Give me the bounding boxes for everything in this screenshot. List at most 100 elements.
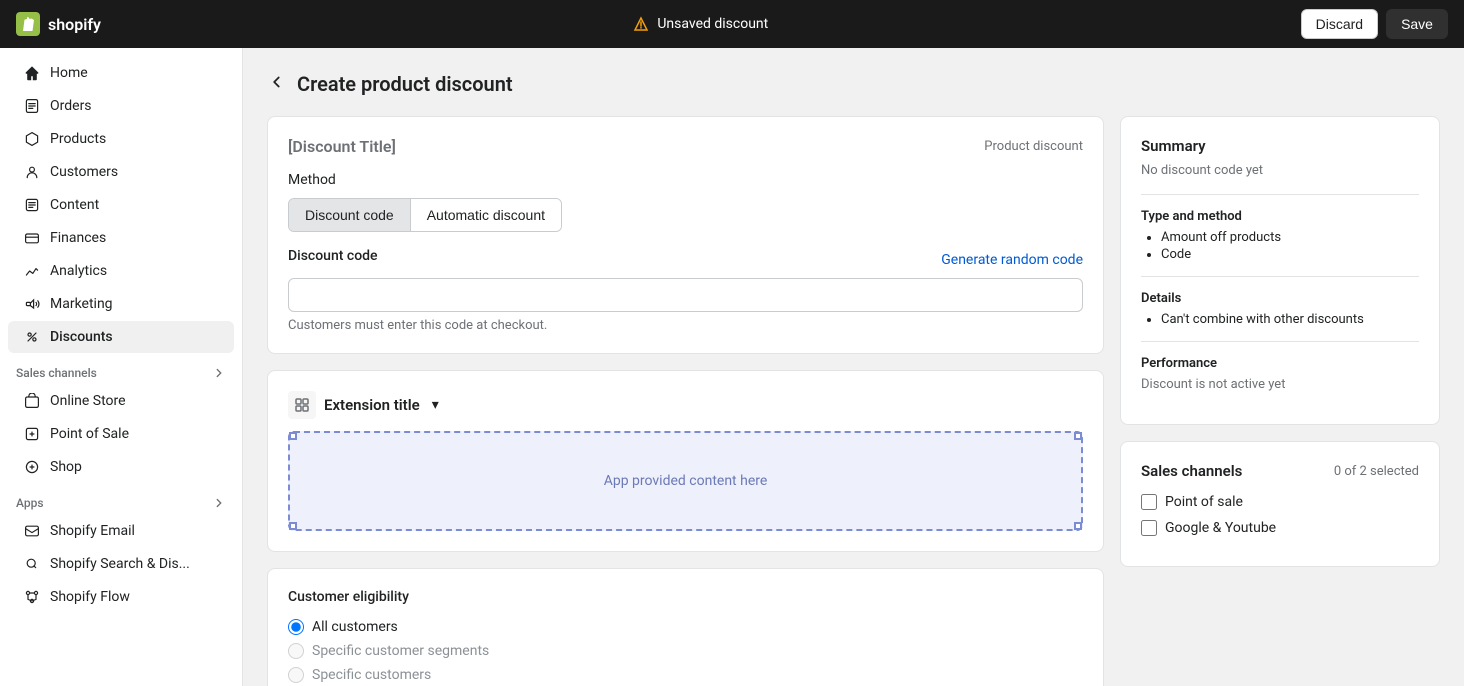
channel-google[interactable]: Google & Youtube: [1141, 520, 1419, 536]
radio-all-input[interactable]: [288, 619, 304, 635]
products-icon: [24, 131, 40, 147]
sidebar-label-shopify-flow: Shopify Flow: [50, 589, 130, 605]
orders-icon: [24, 98, 40, 114]
sidebar-item-shopify-email[interactable]: Shopify Email: [8, 515, 234, 547]
logo-text: shopify: [48, 15, 101, 34]
radio-specific-segments[interactable]: Specific customer segments: [288, 643, 1083, 659]
back-button[interactable]: [267, 73, 285, 95]
sidebar-label-point-of-sale: Point of Sale: [50, 426, 129, 442]
page-header: Create product discount: [267, 72, 1440, 96]
sidebar-label-orders: Orders: [50, 98, 92, 114]
save-button[interactable]: Save: [1386, 9, 1448, 39]
extension-header: Extension title ▾: [288, 391, 1083, 419]
shop-icon: [24, 459, 40, 475]
search-app-icon: [24, 556, 40, 572]
content-icon: [24, 197, 40, 213]
sidebar-label-customers: Customers: [50, 164, 118, 180]
sidebar-item-analytics[interactable]: Analytics: [8, 255, 234, 287]
summary-performance: Performance Discount is not active yet: [1141, 356, 1419, 392]
email-icon: [24, 523, 40, 539]
summary-divider-2: [1141, 276, 1419, 277]
tab-automatic-discount[interactable]: Automatic discount: [410, 199, 561, 231]
sidebar-item-point-of-sale[interactable]: Point of Sale: [8, 418, 234, 450]
customer-eligibility-radio-group: All customers Specific customer segments…: [288, 619, 1083, 683]
summary-type-method: Type and method Amount off products Code: [1141, 209, 1419, 262]
radio-specific-customers[interactable]: Specific customers: [288, 667, 1083, 683]
customer-eligibility-card: Customer eligibility All customers Speci…: [267, 568, 1104, 686]
sidebar-item-shop[interactable]: Shop: [8, 451, 234, 483]
discount-code-section: Discount code Generate random code Custo…: [288, 248, 1083, 333]
tab-discount-code[interactable]: Discount code: [289, 199, 410, 231]
sidebar-label-shopify-search: Shopify Search & Dis...: [50, 556, 190, 572]
extension-icon: [288, 391, 316, 419]
sidebar-label-content: Content: [50, 197, 99, 213]
radio-all-customers[interactable]: All customers: [288, 619, 1083, 635]
channel-pos-checkbox[interactable]: [1141, 494, 1157, 510]
summary-item-amount: Amount off products: [1161, 230, 1419, 245]
online-store-icon: [24, 393, 40, 409]
sidebar-label-shopify-email: Shopify Email: [50, 523, 135, 539]
channel-google-checkbox[interactable]: [1141, 520, 1157, 536]
sidebar-item-home[interactable]: Home: [8, 57, 234, 89]
resize-handle-tr[interactable]: [1074, 432, 1082, 440]
summary-details-list: Can't combine with other discounts: [1141, 312, 1419, 327]
summary-divider-3: [1141, 341, 1419, 342]
sidebar-item-shopify-search[interactable]: Shopify Search & Dis...: [8, 548, 234, 580]
sales-channels-count: 0 of 2 selected: [1334, 464, 1419, 479]
extension-content-placeholder: App provided content here: [604, 473, 768, 489]
expand-sales-icon[interactable]: [212, 366, 226, 380]
customer-eligibility-title: Customer eligibility: [288, 589, 1083, 605]
channel-pos-label: Point of sale: [1165, 494, 1243, 510]
sidebar-label-marketing: Marketing: [50, 296, 113, 312]
sidebar-item-discounts[interactable]: Discounts: [8, 321, 234, 353]
flow-icon: [24, 589, 40, 605]
summary-title: Summary: [1141, 137, 1419, 155]
sidebar-label-analytics: Analytics: [50, 263, 107, 279]
method-label: Method: [288, 172, 1083, 188]
sidebar-item-finances[interactable]: Finances: [8, 222, 234, 254]
logo: shopify: [16, 12, 101, 36]
summary-card: Summary No discount code yet Type and me…: [1120, 116, 1440, 425]
generate-random-link[interactable]: Generate random code: [941, 252, 1083, 268]
sidebar-label-shop: Shop: [50, 459, 82, 475]
point-of-sale-icon: [24, 426, 40, 442]
analytics-icon: [24, 263, 40, 279]
sidebar-item-shopify-flow[interactable]: Shopify Flow: [8, 581, 234, 613]
chevron-down-icon[interactable]: ▾: [432, 397, 439, 413]
content-grid: [Discount Title] Product discount Method…: [267, 116, 1440, 686]
customers-icon: [24, 164, 40, 180]
radio-specific-input[interactable]: [288, 667, 304, 683]
topnav-actions: Discard Save: [1301, 9, 1448, 39]
home-icon: [24, 65, 40, 81]
resize-handle-bl[interactable]: [289, 522, 297, 530]
topnav: shopify Unsaved discount Discard Save: [0, 0, 1464, 48]
discount-title-row: [Discount Title] Product discount: [288, 137, 1083, 156]
channel-pos[interactable]: Point of sale: [1141, 494, 1419, 510]
sidebar-item-products[interactable]: Products: [8, 123, 234, 155]
unsaved-label: Unsaved discount: [657, 16, 768, 32]
marketing-icon: [24, 296, 40, 312]
radio-segments-label: Specific customer segments: [312, 643, 489, 659]
expand-apps-icon[interactable]: [212, 496, 226, 510]
sidebar-item-marketing[interactable]: Marketing: [8, 288, 234, 320]
discount-helper-text: Customers must enter this code at checko…: [288, 318, 1083, 333]
sidebar-item-online-store[interactable]: Online Store: [8, 385, 234, 417]
radio-segments-input[interactable]: [288, 643, 304, 659]
discount-type-label: Product discount: [984, 139, 1083, 154]
sidebar-label-home: Home: [50, 65, 88, 81]
discount-code-input[interactable]: [288, 278, 1083, 312]
page-title: Create product discount: [297, 72, 513, 96]
sidebar-item-customers[interactable]: Customers: [8, 156, 234, 188]
apps-section: Apps: [0, 484, 242, 514]
discount-code-label: Discount code: [288, 248, 378, 264]
sidebar-item-content[interactable]: Content: [8, 189, 234, 221]
discard-button[interactable]: Discard: [1301, 9, 1378, 39]
resize-handle-br[interactable]: [1074, 522, 1082, 530]
resize-handle-tl[interactable]: [289, 432, 297, 440]
discount-title-card: [Discount Title] Product discount Method…: [267, 116, 1104, 354]
summary-detail-combine: Can't combine with other discounts: [1161, 312, 1419, 327]
discount-code-row: Discount code Generate random code: [288, 248, 1083, 272]
sidebar-item-orders[interactable]: Orders: [8, 90, 234, 122]
finances-icon: [24, 230, 40, 246]
sidebar: Home Orders Products Customers Content F…: [0, 48, 243, 686]
